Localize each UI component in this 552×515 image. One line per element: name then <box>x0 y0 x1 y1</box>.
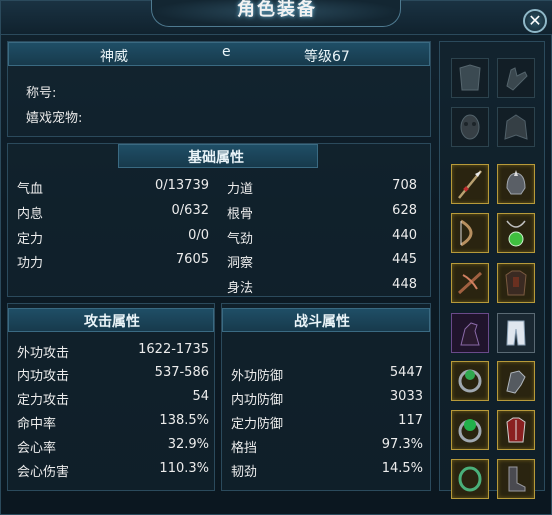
pet-label: 嬉戏宠物: <box>26 111 83 126</box>
stat-value: 440 <box>392 228 417 243</box>
stat-value: 14.5% <box>381 461 423 476</box>
mask-icon <box>460 114 480 140</box>
equip-slot-pants[interactable] <box>497 313 535 353</box>
stat-value: 0/13739 <box>154 178 209 193</box>
cloak-icon <box>504 114 528 140</box>
stat-label: 气血 <box>17 182 44 197</box>
boots-icon <box>508 466 526 492</box>
attack-header: 攻击属性 <box>84 314 140 330</box>
equip-slot-ring[interactable] <box>451 361 489 401</box>
equip-slot-armor-piece[interactable] <box>451 58 489 98</box>
stat-value: 32.9% <box>167 437 209 452</box>
stat-label: 定力攻击 <box>17 393 70 408</box>
stat-value: 628 <box>392 203 417 218</box>
stat-label: 洞察 <box>227 256 254 271</box>
close-button[interactable]: ✕ <box>523 9 547 33</box>
stat-label: 命中率 <box>17 417 57 432</box>
helmet-icon <box>506 170 526 195</box>
jade-necklace-icon <box>506 220 526 247</box>
stat-label: 定力防御 <box>231 417 284 432</box>
basic-header: 基础属性 <box>188 150 244 166</box>
crossbow-icon <box>457 271 483 295</box>
combat-header: 战斗属性 <box>294 314 350 330</box>
stat-label: 外功攻击 <box>17 346 70 361</box>
stat-label: 身法 <box>227 281 254 296</box>
stat-value: 138.5% <box>159 413 209 428</box>
equip-slot-gauntlet[interactable] <box>497 361 535 401</box>
character-info-panel: 神威 e 等级67 称号: 嬉戏宠物: <box>7 41 431 137</box>
stat-label: 会心率 <box>17 441 57 456</box>
stat-value: 1622-1735 <box>138 342 209 357</box>
title-label: 称号: <box>26 86 57 101</box>
stat-value: 537-586 <box>154 365 209 380</box>
equip-slot-helmet[interactable] <box>497 164 535 204</box>
stat-label: 力道 <box>227 182 254 197</box>
red-armor-icon <box>506 417 526 443</box>
stat-label: 格挡 <box>231 441 258 456</box>
stat-value: 110.3% <box>159 461 209 476</box>
stat-label: 外功防御 <box>231 369 284 384</box>
stat-value: 54 <box>192 389 209 404</box>
spear-icon <box>458 170 482 199</box>
body-armor-icon <box>505 270 527 296</box>
stat-value: 97.3% <box>381 437 423 452</box>
equip-slot-armor-2[interactable] <box>497 410 535 450</box>
equip-slot-glove[interactable] <box>497 58 535 98</box>
equip-slot-necklace[interactable] <box>497 213 535 253</box>
stat-value: 0/632 <box>171 203 209 218</box>
guild-glyph: e <box>222 44 231 60</box>
stat-value: 117 <box>398 413 423 428</box>
equip-slot-cloak[interactable] <box>497 107 535 147</box>
stat-value: 708 <box>392 178 417 193</box>
equip-slot-mask[interactable] <box>451 107 489 147</box>
equip-slot-weapon[interactable] <box>451 164 489 204</box>
glove-icon <box>506 67 528 91</box>
character-name: 神威 <box>100 49 128 65</box>
stat-label: 功力 <box>17 256 44 271</box>
stat-value: 5447 <box>389 365 423 380</box>
stat-label: 气劲 <box>227 232 254 247</box>
horse-icon <box>460 322 480 346</box>
stat-label: 会心伤害 <box>17 465 70 480</box>
stat-value: 3033 <box>389 389 423 404</box>
equip-slot-bow[interactable] <box>451 213 489 253</box>
stat-label: 内功攻击 <box>17 369 70 384</box>
equip-slot-boots[interactable] <box>497 459 535 499</box>
armor-piece-icon <box>459 64 481 91</box>
equip-slot-ring-2[interactable] <box>451 410 489 450</box>
basic-attributes-panel: 基础属性 <box>7 143 431 297</box>
equip-slot-mount[interactable] <box>451 313 489 353</box>
stat-value: 7605 <box>175 252 209 267</box>
bow-icon <box>460 219 473 247</box>
bracelet-icon <box>458 466 482 492</box>
character-header-strip <box>8 42 430 66</box>
character-equipment-window: 角色装备 ✕ 神威 e 等级67 称号: 嬉戏宠物: 基础属性 气血 0/137… <box>0 0 552 515</box>
stat-label: 韧劲 <box>231 465 258 480</box>
stat-label: 内功防御 <box>231 393 284 408</box>
character-level: 等级67 <box>304 49 350 65</box>
stat-value: 448 <box>392 277 417 292</box>
jade-ring-2-icon <box>458 419 482 443</box>
title-bar[interactable]: 角色装备 <box>1 0 552 35</box>
equip-slot-body-armor[interactable] <box>497 263 535 303</box>
stat-label: 内息 <box>17 207 44 222</box>
trousers-icon <box>506 320 526 346</box>
jade-ring-icon <box>458 369 482 393</box>
stat-label: 根骨 <box>227 207 254 222</box>
equip-slot-bracelet[interactable] <box>451 459 489 499</box>
stat-value: 0/0 <box>188 228 209 243</box>
gauntlet-icon <box>506 370 526 394</box>
window-title: 角色装备 <box>237 0 317 20</box>
stat-value: 445 <box>392 252 417 267</box>
equip-slot-crossbow[interactable] <box>451 263 489 303</box>
stat-label: 定力 <box>17 232 44 247</box>
